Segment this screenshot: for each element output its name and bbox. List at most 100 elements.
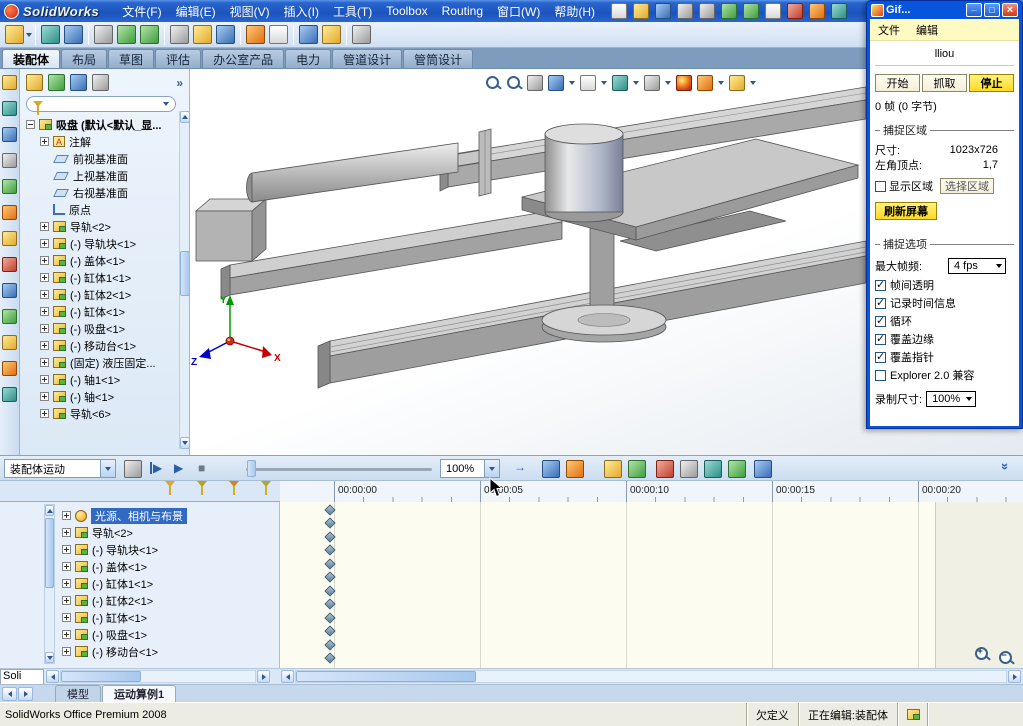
menu-edit[interactable]: 编辑(E): [169, 1, 223, 22]
tree-scrollbar[interactable]: [179, 111, 189, 449]
add-key-icon[interactable]: [628, 460, 646, 478]
exploded-view-icon[interactable]: [299, 25, 318, 44]
scroll-up-button[interactable]: [180, 111, 189, 123]
tab-evaluate[interactable]: 评估: [155, 49, 202, 68]
play-from-start-icon[interactable]: ▶: [150, 462, 162, 474]
timeline-slider-handle[interactable]: [247, 460, 256, 477]
motion-tree-label[interactable]: (-) 缸体<1>: [92, 610, 147, 626]
motor-icon[interactable]: [656, 460, 674, 478]
motion-study-tool-icon[interactable]: [2, 309, 17, 324]
time-ruler[interactable]: 00:00:00 00:00:05 00:00:10 00:00:15 00:0…: [280, 481, 1023, 502]
playback-mode-icon[interactable]: →: [514, 461, 526, 473]
expand-toggle[interactable]: [40, 341, 49, 350]
expand-toggle[interactable]: [62, 545, 71, 554]
gravity-icon[interactable]: [728, 460, 746, 478]
tree-item-label[interactable]: 注解: [69, 134, 91, 150]
motion-tree-label[interactable]: 光源、相机与布景: [91, 507, 187, 524]
interference-detection-icon[interactable]: [352, 25, 371, 44]
dimxpert-tab-icon[interactable]: [92, 74, 109, 91]
tree-item-label[interactable]: (固定) 液压固定...: [70, 355, 156, 371]
tree-item-label[interactable]: (-) 导轨块<1>: [70, 236, 136, 252]
menu-insert[interactable]: 插入(I): [277, 1, 326, 22]
tree-item-label[interactable]: (-) 吸盘<1>: [70, 321, 125, 337]
stop-playback-icon[interactable]: ■: [198, 462, 205, 474]
grab-button[interactable]: 抓取: [922, 74, 967, 92]
record-size-select[interactable]: 100%: [926, 391, 977, 407]
tree-item-label[interactable]: (-) 缸体1<1>: [70, 270, 131, 286]
playback-speed-select[interactable]: 100%: [440, 459, 500, 478]
save-icon[interactable]: [655, 3, 672, 19]
fps-select[interactable]: 4 fps: [948, 258, 1006, 274]
insert-components-icon[interactable]: [2, 75, 17, 90]
scroll-down-button[interactable]: [45, 652, 54, 663]
gif-menu-edit[interactable]: 编辑: [916, 22, 938, 38]
view-orientation-dropdown-icon[interactable]: [601, 81, 607, 85]
open-icon[interactable]: [633, 3, 650, 19]
scroll-thumb[interactable]: [45, 518, 54, 588]
new-document-icon[interactable]: [611, 3, 628, 19]
expand-toggle[interactable]: [40, 307, 49, 316]
expand-toggle[interactable]: [40, 392, 49, 401]
bom-tool-icon[interactable]: [2, 335, 17, 350]
menu-routing[interactable]: Routing: [435, 2, 490, 20]
contact-icon[interactable]: [704, 460, 722, 478]
filter-none-icon[interactable]: [165, 481, 175, 499]
save-animation-icon[interactable]: [542, 460, 560, 478]
gif-filename[interactable]: lliou: [875, 41, 1014, 66]
redo-icon[interactable]: [743, 3, 760, 19]
help-icon[interactable]: [831, 3, 848, 19]
bill-of-materials-icon[interactable]: [269, 25, 288, 44]
timeline-hscroll-track[interactable]: [295, 670, 1007, 683]
mate-icon[interactable]: [41, 25, 60, 44]
expand-toggle[interactable]: [40, 324, 49, 333]
tree-item-label[interactable]: (-) 轴1<1>: [70, 372, 120, 388]
calculate-icon[interactable]: [124, 460, 142, 478]
featuremanager-tab-icon[interactable]: [26, 74, 43, 91]
minimize-button[interactable]: [966, 3, 982, 17]
loop-checkbox[interactable]: [875, 314, 886, 327]
tab-scroll-left-button[interactable]: [2, 686, 17, 701]
hide-show-items-icon[interactable]: [644, 75, 660, 91]
motion-tree-label[interactable]: 导轨<2>: [92, 525, 133, 541]
explorer-compat-checkbox[interactable]: [875, 369, 886, 381]
component-pattern-icon[interactable]: [64, 25, 83, 44]
tree-item-label[interactable]: 上视基准面: [73, 168, 128, 184]
scroll-right-button[interactable]: [257, 670, 270, 683]
menu-window[interactable]: 窗口(W): [490, 1, 547, 22]
explode-line-sketch-icon[interactable]: [322, 25, 341, 44]
undo-icon[interactable]: [721, 3, 738, 19]
rotate-component-icon[interactable]: [140, 25, 159, 44]
show-area-checkbox[interactable]: [875, 180, 886, 192]
insert-component-icon[interactable]: [5, 25, 24, 44]
tab-office-products[interactable]: 办公室产品: [202, 49, 285, 68]
motion-tree-label[interactable]: (-) 导轨块<1>: [92, 542, 158, 558]
study-type-select[interactable]: 装配体运动: [4, 459, 116, 478]
menu-tools[interactable]: 工具(T): [326, 1, 379, 22]
reference-geometry-tool-icon[interactable]: [2, 283, 17, 298]
timeline-scroll-left-button[interactable]: [281, 670, 294, 683]
view-settings-icon[interactable]: [729, 75, 745, 91]
start-button[interactable]: 开始: [875, 74, 920, 92]
show-hidden-tool-icon[interactable]: [2, 231, 17, 246]
show-hidden-components-icon[interactable]: [170, 25, 189, 44]
interference-tool-icon[interactable]: [2, 387, 17, 402]
propertymanager-tab-icon[interactable]: [48, 74, 65, 91]
apply-scene-icon[interactable]: [697, 75, 713, 91]
select-area-button[interactable]: 选择区域: [940, 178, 994, 194]
tree-item-label[interactable]: 导轨<2>: [70, 219, 111, 235]
close-button[interactable]: [1002, 3, 1018, 17]
scroll-left-button[interactable]: [46, 670, 59, 683]
scroll-thumb[interactable]: [180, 251, 189, 296]
expand-toggle[interactable]: [62, 579, 71, 588]
expand-toggle[interactable]: [62, 613, 71, 622]
menu-file[interactable]: 文件(F): [115, 1, 168, 22]
refresh-screen-button[interactable]: 刷新屏幕: [875, 202, 937, 220]
insert-component-dropdown-icon[interactable]: [26, 32, 32, 37]
record-time-info-checkbox[interactable]: [875, 296, 886, 309]
tree-item-label[interactable]: 导轨<6>: [70, 406, 111, 422]
select-icon[interactable]: [765, 3, 782, 19]
menu-view[interactable]: 视图(V): [223, 1, 277, 22]
tab-electrical[interactable]: 电力: [285, 49, 332, 68]
tab-tubing[interactable]: 管筒设计: [403, 49, 474, 68]
expand-toggle[interactable]: [62, 528, 71, 537]
